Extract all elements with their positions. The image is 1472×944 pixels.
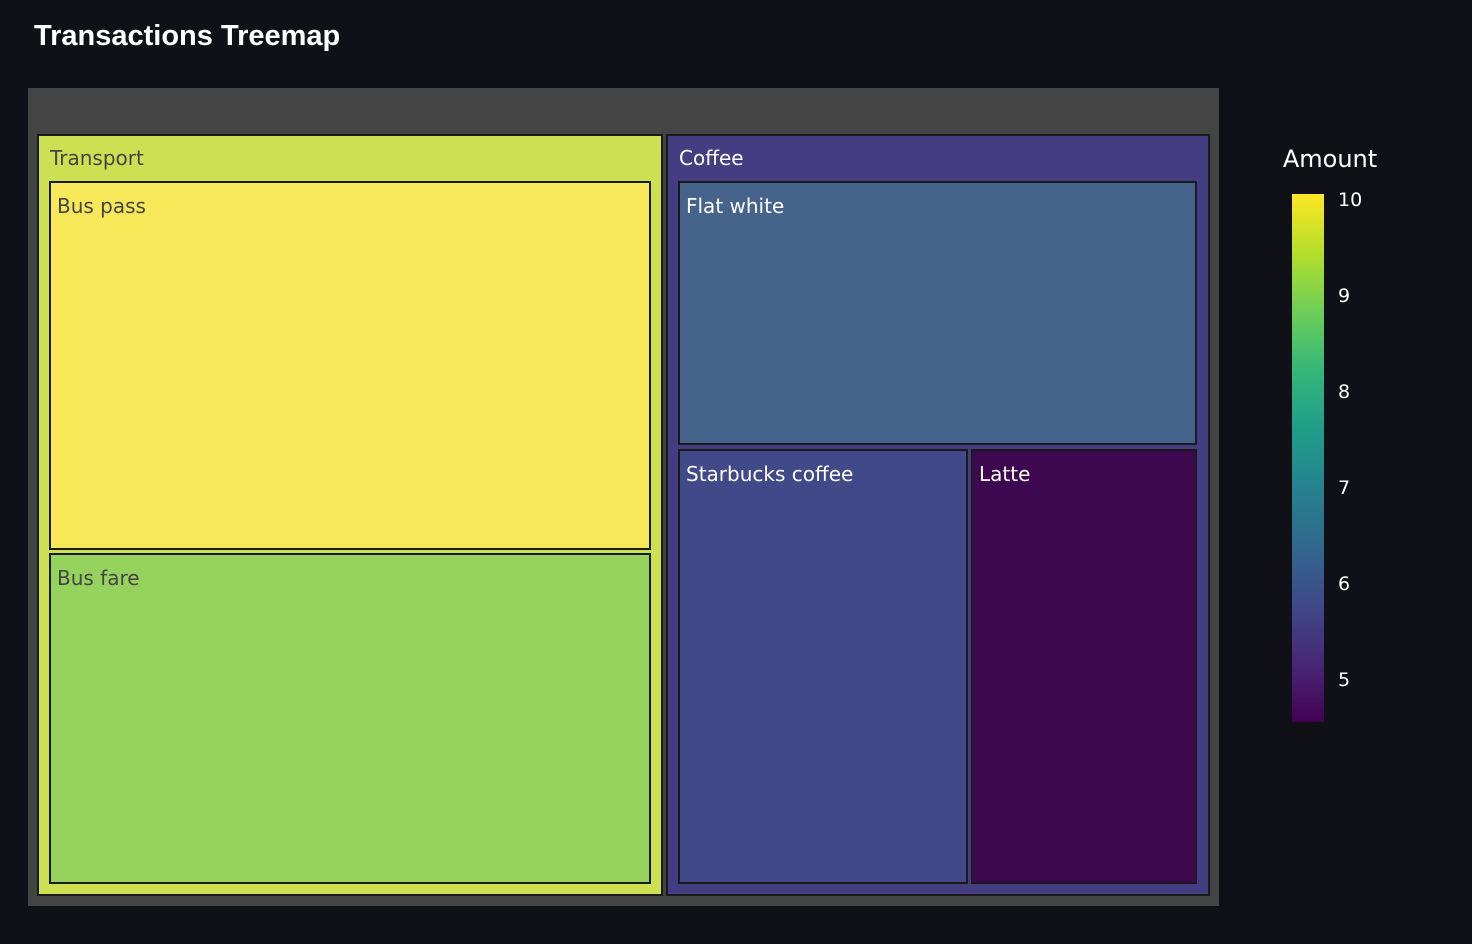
- colorbar-title: Amount: [1283, 145, 1377, 173]
- colorbar: Amount 10 9 8 7 6 5: [1283, 145, 1377, 722]
- treemap-tile-label-starbucks-coffee: Starbucks coffee: [686, 462, 853, 486]
- colorbar-tick-label: 6: [1338, 573, 1350, 595]
- treemap-chart: Transport Bus pass Bus fare Coffee Flat whit…: [28, 88, 1377, 906]
- treemap-group-label-coffee: Coffee: [679, 146, 744, 170]
- treemap-tile-label-latte: Latte: [979, 462, 1030, 486]
- colorbar-tick-label: 5: [1338, 669, 1350, 691]
- treemap-tile-bus-fare[interactable]: [49, 553, 651, 884]
- colorbar-tick-label: 9: [1338, 285, 1350, 307]
- treemap-tile-latte[interactable]: [971, 449, 1197, 884]
- treemap-tiles: Transport Bus pass Bus fare Coffee Flat whit…: [28, 88, 1219, 906]
- treemap-tile-label-bus-pass: Bus pass: [57, 194, 146, 218]
- treemap-group-label-transport: Transport: [49, 146, 144, 170]
- colorbar-tick-label: 8: [1338, 381, 1350, 403]
- colorbar-tick-label: 7: [1338, 477, 1350, 499]
- treemap-tile-bus-pass[interactable]: [49, 181, 651, 550]
- treemap-tile-label-bus-fare: Bus fare: [57, 566, 140, 590]
- colorbar-tick-label: 10: [1338, 189, 1362, 211]
- treemap-tile-flat-white[interactable]: [678, 181, 1197, 445]
- treemap-tile-starbucks-coffee[interactable]: [678, 449, 968, 884]
- treemap-tile-label-flat-white: Flat white: [686, 194, 784, 218]
- colorbar-gradient: [1292, 194, 1324, 722]
